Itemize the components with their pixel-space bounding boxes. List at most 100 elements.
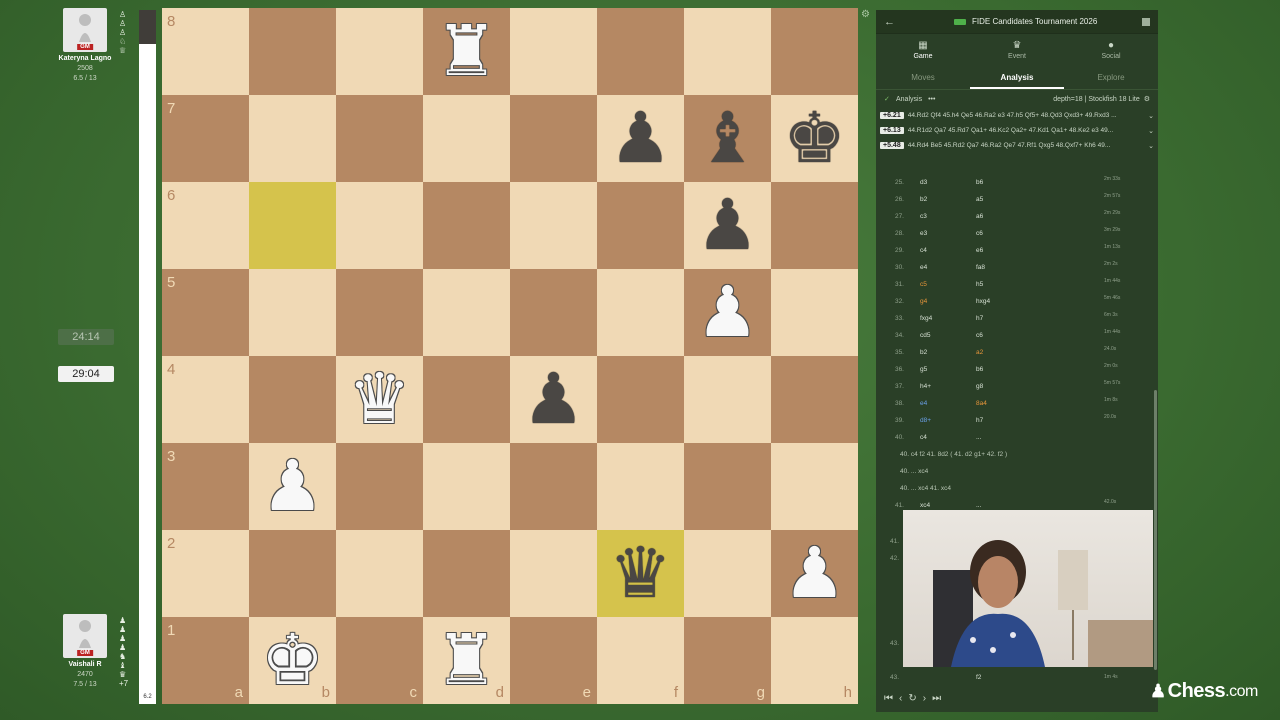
- engine-settings-icon[interactable]: ⚙: [1144, 95, 1150, 103]
- player-name[interactable]: Kateryna Lagno: [50, 55, 120, 62]
- square-d5[interactable]: [423, 269, 510, 356]
- white-move[interactable]: xc4: [920, 502, 930, 509]
- tab-event[interactable]: ♛ Event: [970, 34, 1064, 66]
- square-b2[interactable]: [249, 530, 336, 617]
- engine-line[interactable]: +5.48 44.Rd4 Be5 45.Rd2 Qa7 46.Ra2 Qe7 47…: [880, 138, 1154, 153]
- square-g7[interactable]: ♝: [684, 95, 771, 182]
- white-pawn-icon[interactable]: ♟: [776, 535, 853, 612]
- square-c3[interactable]: [336, 443, 423, 530]
- square-a8[interactable]: 8: [162, 8, 249, 95]
- black-bishop-icon[interactable]: ♝: [689, 100, 766, 177]
- square-a3[interactable]: 3: [162, 443, 249, 530]
- square-c8[interactable]: [336, 8, 423, 95]
- tab-game[interactable]: ▦ Game: [876, 34, 970, 66]
- square-e8[interactable]: [510, 8, 597, 95]
- square-f7[interactable]: ♟: [597, 95, 684, 182]
- black-pawn-icon[interactable]: ♟: [515, 361, 592, 438]
- black-move[interactable]: ...: [976, 434, 981, 441]
- subtab-analysis[interactable]: Analysis: [970, 66, 1064, 89]
- black-move[interactable]: fa8: [976, 264, 985, 271]
- square-e2[interactable]: [510, 530, 597, 617]
- black-move[interactable]: b6: [976, 366, 983, 373]
- square-g4[interactable]: [684, 356, 771, 443]
- black-move[interactable]: c6: [976, 230, 983, 237]
- tab-social[interactable]: ● Social: [1064, 34, 1158, 66]
- black-pawn-icon[interactable]: ♟: [602, 100, 679, 177]
- square-a5[interactable]: 5: [162, 269, 249, 356]
- white-move[interactable]: g5: [920, 366, 927, 373]
- board-settings-icon[interactable]: ⚙: [861, 10, 871, 20]
- square-h6[interactable]: [771, 182, 858, 269]
- square-b4[interactable]: [249, 356, 336, 443]
- square-a4[interactable]: 4: [162, 356, 249, 443]
- white-move[interactable]: c5: [920, 281, 927, 288]
- white-queen-icon[interactable]: ♛: [341, 361, 418, 438]
- chevron-down-icon[interactable]: ⌄: [1148, 112, 1154, 120]
- white-move[interactable]: c4: [920, 247, 927, 254]
- square-c4[interactable]: ♛: [336, 356, 423, 443]
- square-b6[interactable]: [249, 182, 336, 269]
- last-move-icon[interactable]: ⏭: [932, 693, 941, 704]
- last-move[interactable]: f2: [976, 674, 981, 681]
- variation-line[interactable]: 40. c4 f2 41. 8d2 ( 41. d2 g1+ 42. f2 ): [876, 446, 1158, 463]
- square-e6[interactable]: [510, 182, 597, 269]
- white-rook-icon[interactable]: ♜: [428, 13, 505, 90]
- square-d7[interactable]: [423, 95, 510, 182]
- square-g6[interactable]: ♟: [684, 182, 771, 269]
- black-move[interactable]: ...: [976, 502, 981, 509]
- white-move[interactable]: c4: [920, 434, 927, 441]
- white-move[interactable]: d3: [920, 179, 927, 186]
- square-a2[interactable]: 2: [162, 530, 249, 617]
- square-e1[interactable]: e: [510, 617, 597, 704]
- square-e3[interactable]: [510, 443, 597, 530]
- chess-board[interactable]: 8 ♜ 7 ♟ ♝ ♚ 6 ♟ 5 ♟ 4 ♛ ♟ 3 ♟ 2 ♛ ♟ 1 a b ♚ c d ♜ e f g h: [162, 8, 858, 704]
- white-pawn-icon[interactable]: ♟: [254, 448, 331, 525]
- black-move[interactable]: hxg4: [976, 298, 990, 305]
- square-h5[interactable]: [771, 269, 858, 356]
- variation-line[interactable]: 40. ... xc4: [876, 463, 1158, 480]
- square-f1[interactable]: f: [597, 617, 684, 704]
- square-d4[interactable]: [423, 356, 510, 443]
- black-move[interactable]: a2: [976, 349, 983, 356]
- white-move[interactable]: cd5: [920, 332, 930, 339]
- square-f8[interactable]: [597, 8, 684, 95]
- white-move[interactable]: g4: [920, 298, 927, 305]
- white-move[interactable]: e3: [920, 230, 927, 237]
- square-h2[interactable]: ♟: [771, 530, 858, 617]
- square-g1[interactable]: g: [684, 617, 771, 704]
- engine-line[interactable]: +6.21 44.Rd2 Qf4 45.h4 Qe5 46.Ra2 e3 47.h…: [880, 108, 1154, 123]
- black-pawn-icon[interactable]: ♟: [689, 187, 766, 264]
- square-g5[interactable]: ♟: [684, 269, 771, 356]
- black-queen-icon[interactable]: ♛: [602, 535, 679, 612]
- square-d8[interactable]: ♜: [423, 8, 510, 95]
- black-king-icon[interactable]: ♚: [776, 100, 853, 177]
- white-move[interactable]: fxg4: [920, 315, 932, 322]
- black-move[interactable]: b6: [976, 179, 983, 186]
- prev-move-icon[interactable]: ‹: [899, 693, 902, 704]
- square-e5[interactable]: [510, 269, 597, 356]
- square-h4[interactable]: [771, 356, 858, 443]
- square-a6[interactable]: 6: [162, 182, 249, 269]
- reset-icon[interactable]: ↻: [908, 693, 916, 704]
- player-name[interactable]: Vaishali R: [50, 661, 120, 668]
- square-c1[interactable]: c: [336, 617, 423, 704]
- square-b5[interactable]: [249, 269, 336, 356]
- black-move[interactable]: g8: [976, 383, 983, 390]
- square-d3[interactable]: [423, 443, 510, 530]
- chevron-down-icon[interactable]: ⌄: [1148, 142, 1154, 150]
- square-b8[interactable]: [249, 8, 336, 95]
- square-f6[interactable]: [597, 182, 684, 269]
- black-move[interactable]: h7: [976, 315, 983, 322]
- square-f2[interactable]: ♛: [597, 530, 684, 617]
- black-move[interactable]: 8a4: [976, 400, 987, 407]
- square-c7[interactable]: [336, 95, 423, 182]
- white-king-icon[interactable]: ♚: [254, 622, 331, 699]
- variation-line[interactable]: 40. ... xc4 41. xc4: [876, 480, 1158, 497]
- subtab-explore[interactable]: Explore: [1064, 66, 1158, 89]
- white-move[interactable]: c3: [920, 213, 927, 220]
- square-h1[interactable]: h: [771, 617, 858, 704]
- white-rook-icon[interactable]: ♜: [428, 622, 505, 699]
- square-a7[interactable]: 7: [162, 95, 249, 182]
- square-h3[interactable]: [771, 443, 858, 530]
- square-h7[interactable]: ♚: [771, 95, 858, 182]
